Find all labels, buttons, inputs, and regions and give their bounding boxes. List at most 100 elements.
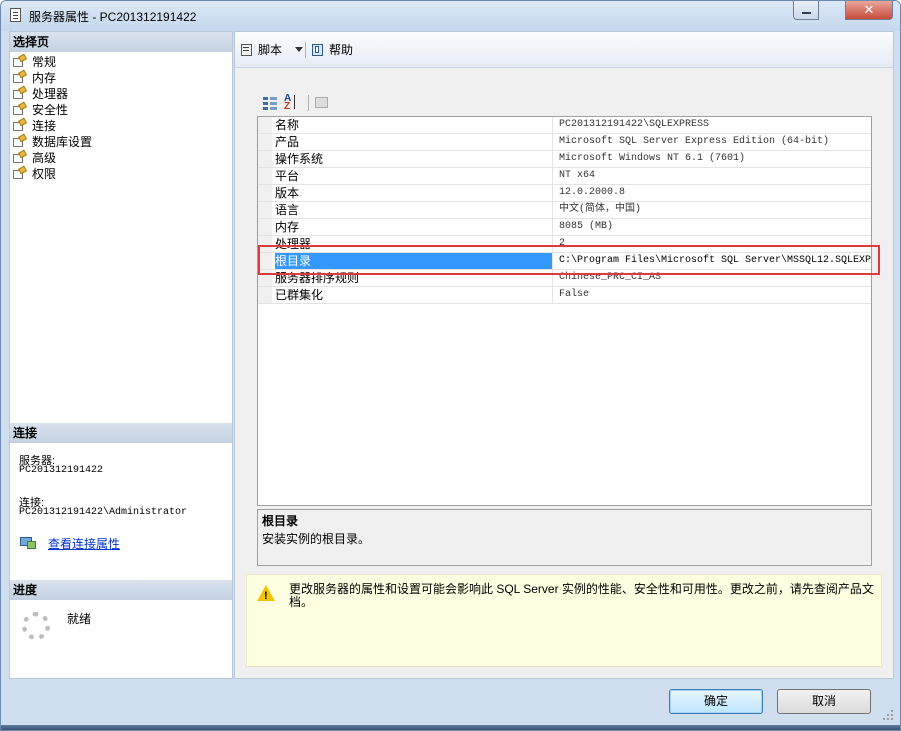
help-label: 帮助 — [329, 43, 354, 57]
page-item-general[interactable]: 常规 — [12, 54, 92, 70]
page-item-permissions[interactable]: 权限 — [12, 166, 92, 182]
page-item-label: 数据库设置 — [32, 135, 93, 149]
categorized-icon[interactable] — [262, 95, 278, 111]
description-text: 安装实例的根目录。 — [262, 532, 371, 546]
close-icon: ✕ — [863, 2, 875, 17]
page-item-memory[interactable]: 内存 — [12, 70, 92, 86]
page-item-label: 处理器 — [32, 87, 69, 101]
resize-grip-icon[interactable] — [882, 709, 894, 721]
toolbar-separator — [305, 42, 306, 58]
cancel-button[interactable]: 取消 — [777, 689, 871, 714]
page-icon — [12, 71, 28, 85]
warning-icon-mark: ! — [264, 590, 268, 602]
title-bar[interactable]: 服务器属性 - PC201312191422 ✕ — [1, 1, 900, 31]
property-row-selected[interactable]: 根目录 C:\Program Files\Microsoft SQL Server… — [258, 253, 871, 270]
ok-button[interactable]: 确定 — [669, 689, 763, 714]
progress-spinner-icon — [22, 612, 50, 640]
connection-properties-icon — [20, 536, 38, 550]
property-pages-icon[interactable] — [314, 95, 330, 111]
left-panel: 选择页 常规 内存 处理器 安全性 连接 数据库设置 高级 权限 连接 服务器:… — [9, 31, 233, 679]
property-value: False — [559, 289, 590, 300]
server-value: PC201312191422 — [19, 465, 104, 476]
description-panel: 根目录 安装实例的根目录。 — [257, 509, 872, 566]
page-item-label: 安全性 — [32, 103, 69, 117]
property-value: Chinese_PRC_CI_AS — [559, 272, 662, 283]
property-value: 2 — [559, 238, 566, 249]
property-row[interactable]: 已群集化 False — [258, 287, 871, 304]
property-value: PC201312191422\SQLEXPRESS — [559, 119, 710, 130]
property-name: 名称 — [275, 117, 553, 133]
page-item-database-settings[interactable]: 数据库设置 — [12, 134, 92, 150]
property-value: Microsoft Windows NT 6.1 (7601) — [559, 153, 746, 164]
page-item-security[interactable]: 安全性 — [12, 102, 92, 118]
page-item-advanced[interactable]: 高级 — [12, 150, 92, 166]
page-icon — [12, 151, 28, 165]
description-title: 根目录 — [262, 514, 299, 528]
script-button[interactable]: 脚本 — [240, 41, 282, 58]
property-name: 版本 — [275, 185, 553, 201]
grid-toolbar-separator — [308, 95, 309, 111]
property-value: C:\Program Files\Microsoft SQL Server\MS… — [559, 255, 872, 266]
help-icon — [311, 43, 325, 57]
property-row[interactable]: 平台 NT x64 — [258, 168, 871, 185]
property-row[interactable]: 语言 中文(简体，中国) — [258, 202, 871, 219]
property-row[interactable]: 服务器排序规则 Chinese_PRC_CI_AS — [258, 270, 871, 287]
close-button[interactable]: ✕ — [845, 1, 893, 20]
page-icon — [12, 87, 28, 101]
toolbar: 脚本 帮助 — [235, 32, 893, 68]
page-item-label: 常规 — [32, 54, 57, 70]
property-row[interactable]: 操作系统 Microsoft Windows NT 6.1 (7601) — [258, 151, 871, 168]
right-panel: 脚本 帮助 AZ 名称 PC201312191422\SQLEXPRESS 产品 M… — [234, 31, 894, 679]
minimize-button[interactable] — [793, 1, 819, 20]
window-icon — [10, 8, 21, 22]
property-name: 根目录 — [275, 253, 553, 269]
property-name: 内存 — [275, 219, 553, 235]
warning-panel: ! 更改服务器的属性和设置可能会影响此 SQL Server 实例的性能、安全性… — [246, 574, 882, 667]
page-item-label: 内存 — [32, 71, 57, 85]
page-item-label: 权限 — [32, 167, 57, 181]
property-name: 产品 — [275, 134, 553, 150]
script-label: 脚本 — [258, 43, 283, 57]
connection-header: 连接 — [10, 423, 232, 443]
property-row[interactable]: 产品 Microsoft SQL Server Express Edition (… — [258, 134, 871, 151]
page-item-label: 连接 — [32, 119, 57, 133]
page-item-label: 高级 — [32, 151, 57, 165]
help-button[interactable]: 帮助 — [311, 41, 353, 58]
page-icon — [12, 119, 28, 133]
page-icon — [12, 167, 28, 181]
window-title: 服务器属性 - PC201312191422 — [29, 10, 197, 24]
property-name: 服务器排序规则 — [275, 270, 553, 286]
page-icon — [12, 135, 28, 149]
property-name: 操作系统 — [275, 151, 553, 167]
property-row[interactable]: 内存 8085 (MB) — [258, 219, 871, 236]
select-page-header: 选择页 — [10, 32, 232, 52]
property-value: 12.0.2000.8 — [559, 187, 626, 198]
page-item-connections[interactable]: 连接 — [12, 118, 92, 134]
property-value: 中文(简体，中国) — [559, 204, 642, 215]
property-name: 已群集化 — [275, 287, 553, 303]
property-grid: 名称 PC201312191422\SQLEXPRESS 产品 Microsoft … — [257, 116, 872, 506]
property-name: 语言 — [275, 202, 553, 218]
chevron-down-icon[interactable] — [295, 47, 303, 52]
property-row[interactable]: 名称 PC201312191422\SQLEXPRESS — [258, 117, 871, 134]
property-value: NT x64 — [559, 170, 596, 181]
warning-text: 更改服务器的属性和设置可能会影响此 SQL Server 实例的性能、安全性和可… — [289, 582, 874, 609]
page-list: 常规 内存 处理器 安全性 连接 数据库设置 高级 权限 — [12, 54, 92, 182]
property-row[interactable]: 版本 12.0.2000.8 — [258, 185, 871, 202]
server-properties-dialog: 服务器属性 - PC201312191422 ✕ 选择页 常规 内存 处理器 安… — [0, 0, 901, 731]
taskbar-strip — [1, 725, 900, 730]
connection-value: PC201312191422\Administrator — [19, 507, 188, 518]
view-connection-properties-link[interactable]: 查看连接属性 — [48, 535, 120, 552]
progress-header: 进度 — [10, 580, 232, 600]
script-icon — [240, 43, 254, 57]
page-icon — [12, 103, 28, 117]
property-value: Microsoft SQL Server Express Edition (64… — [559, 136, 830, 147]
property-value: 8085 (MB) — [559, 221, 614, 232]
property-row[interactable]: 处理器 2 — [258, 236, 871, 253]
page-item-processors[interactable]: 处理器 — [12, 86, 92, 102]
property-name: 平台 — [275, 168, 553, 184]
property-name: 处理器 — [275, 236, 553, 252]
sort-alphabetical-icon[interactable]: AZ — [284, 94, 304, 112]
page-icon — [12, 55, 28, 69]
progress-status: 就绪 — [67, 612, 92, 626]
